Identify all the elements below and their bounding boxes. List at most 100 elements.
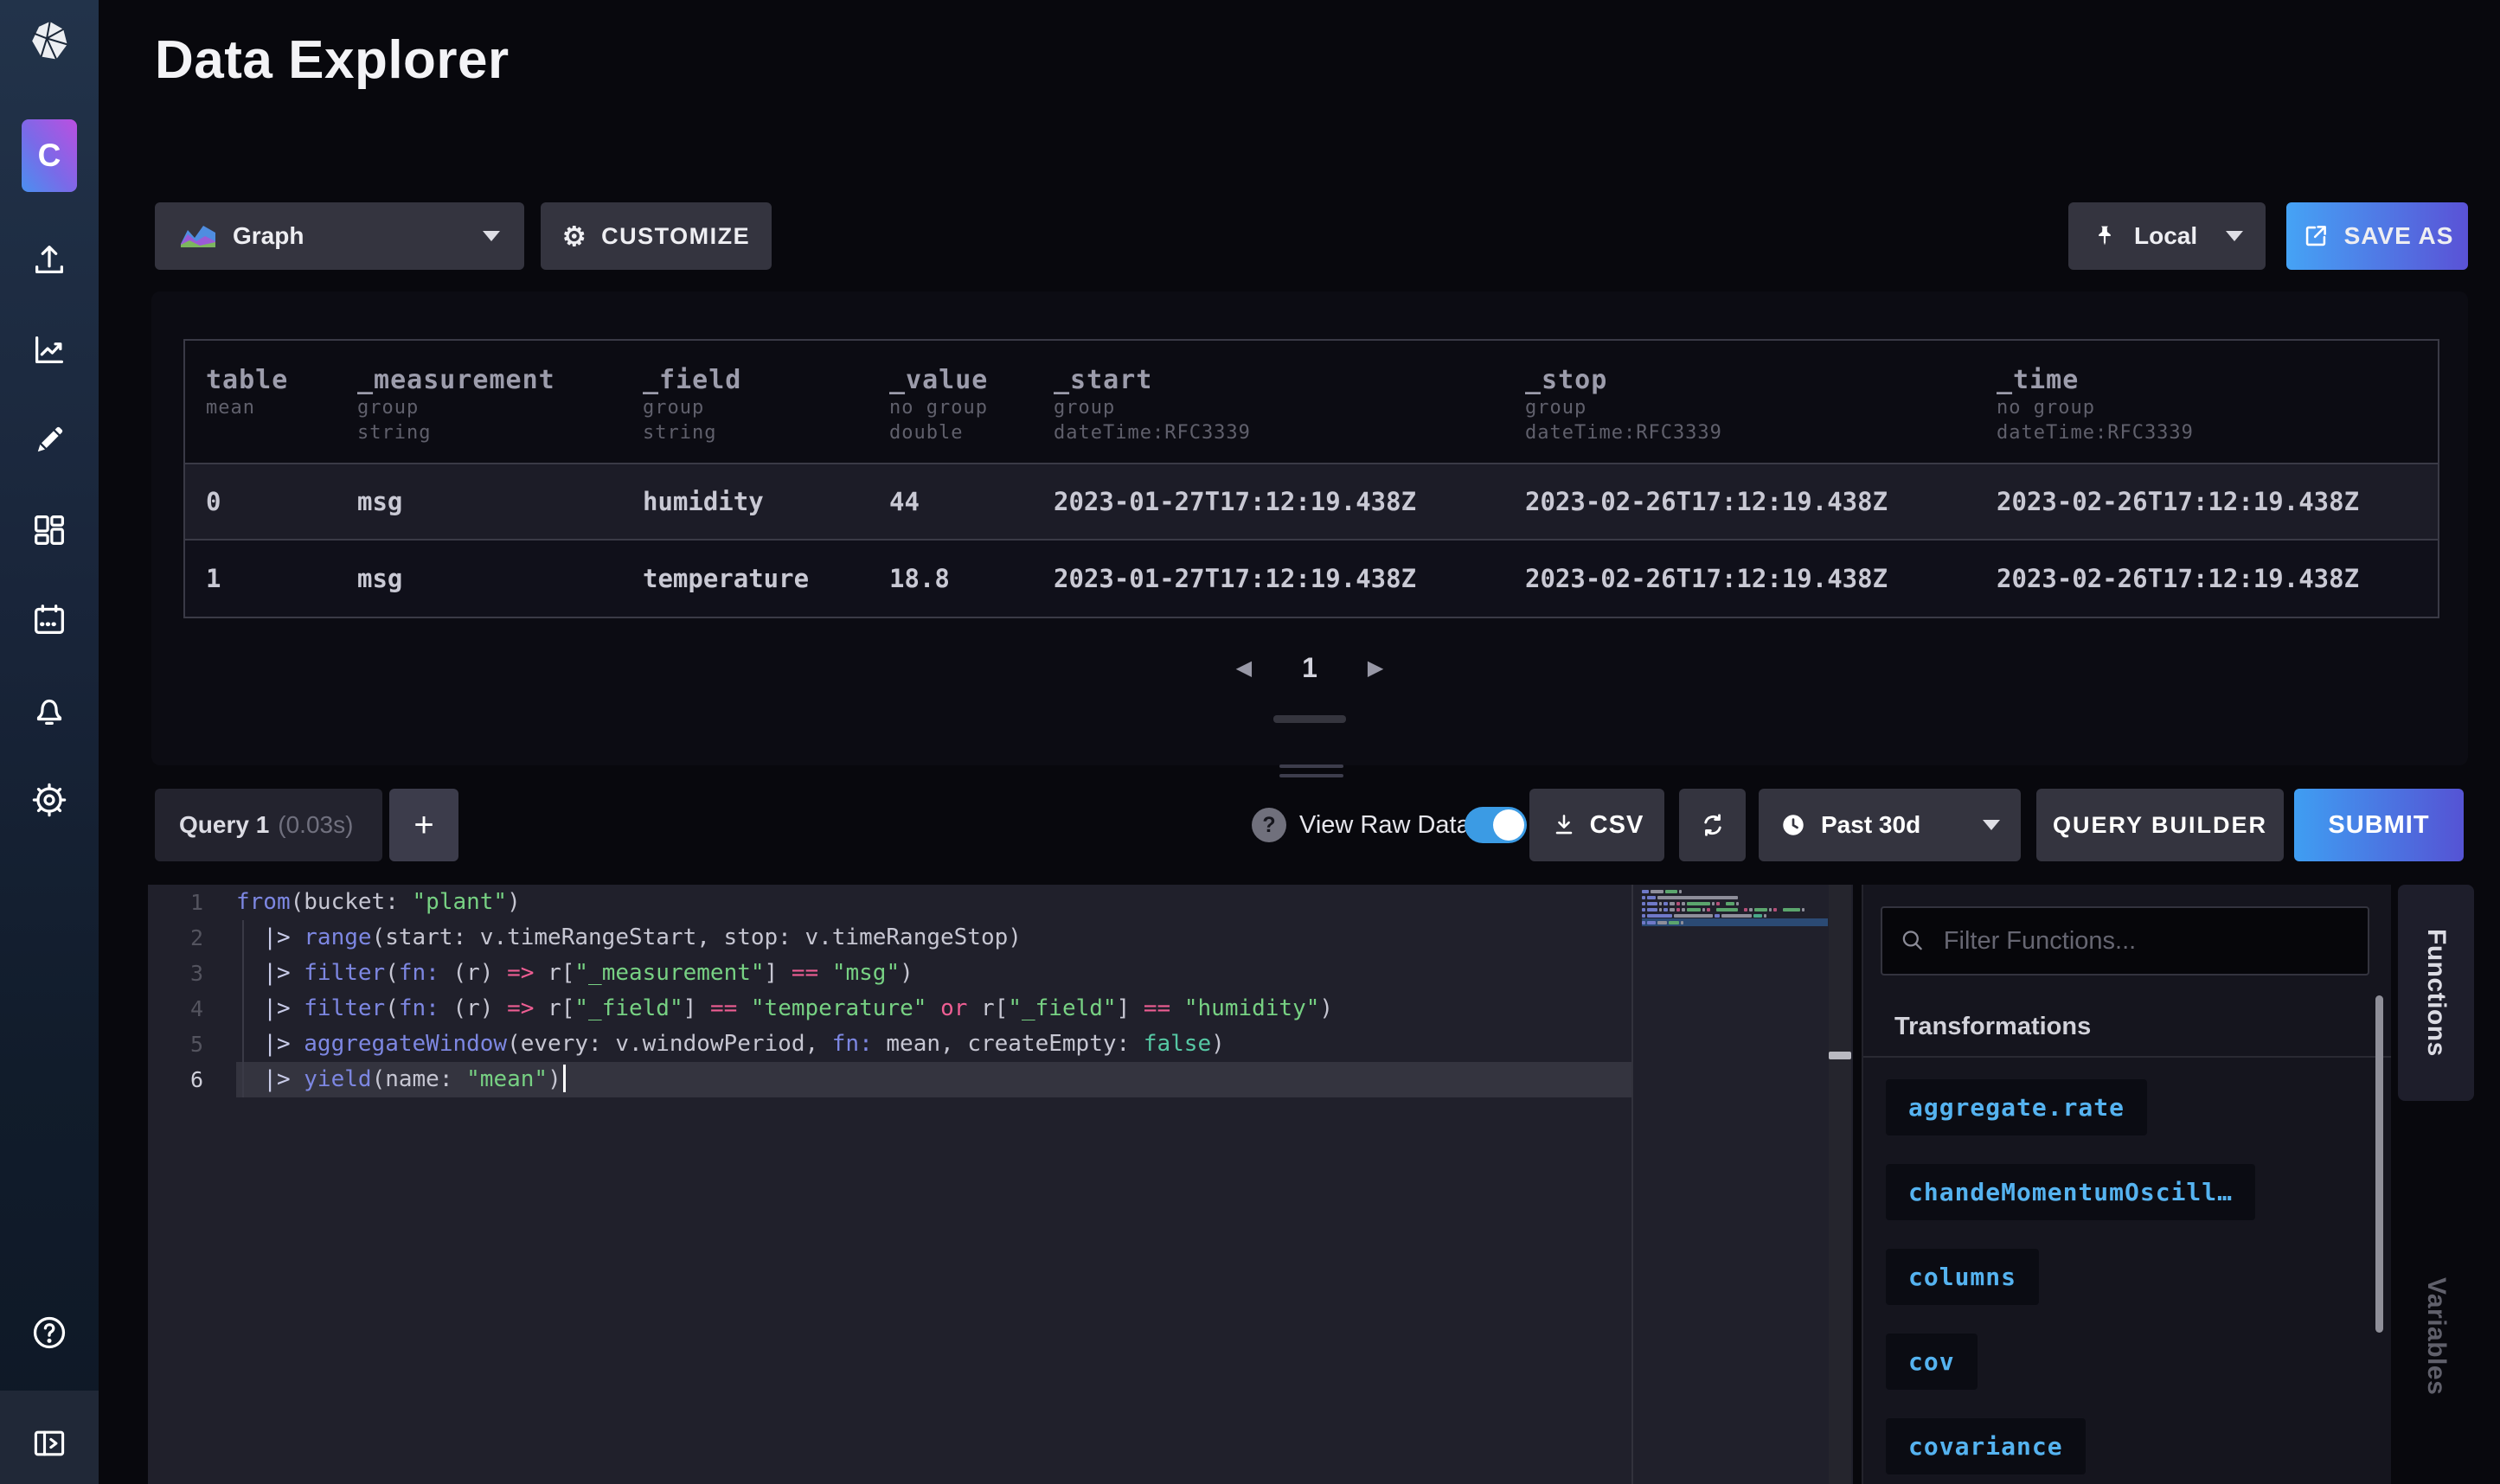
table-cell: 2023-02-26T17:12:19.438Z <box>1976 564 2438 593</box>
table-cell: temperature <box>622 564 869 593</box>
calendar-icon[interactable] <box>28 598 71 642</box>
expand-sidebar-icon[interactable] <box>28 1422 71 1465</box>
clock-icon <box>1779 811 1807 839</box>
tab-functions[interactable]: Functions <box>2398 885 2474 1101</box>
flux-editor: 1from(bucket: "plant")2 |> range(start: … <box>148 885 1853 1484</box>
prev-page-button[interactable]: ◀ <box>1236 656 1252 681</box>
table-row: 0msghumidity442023-01-27T17:12:19.438Z20… <box>185 464 2438 541</box>
visualization-type-label: Graph <box>233 222 304 250</box>
table-cell: 0 <box>185 487 337 516</box>
table-cell: 44 <box>869 487 1033 516</box>
page-number: 1 <box>1302 652 1317 684</box>
table-cell: 2023-02-26T17:12:19.438Z <box>1504 564 1976 593</box>
refresh-icon <box>1697 809 1728 841</box>
dashboards-icon[interactable] <box>28 509 71 552</box>
gear-icon: ⚙ <box>562 223 587 250</box>
function-list: aggregate.rate chandeMomentumOscill… colum… <box>1886 1079 2255 1474</box>
area-chart-icon <box>179 221 217 252</box>
visualization-type-dropdown[interactable]: Graph <box>155 202 524 270</box>
function-item[interactable]: columns <box>1886 1249 2039 1305</box>
table-cell: 2023-02-26T17:12:19.438Z <box>1504 487 1976 516</box>
table-cell: 2023-02-26T17:12:19.438Z <box>1976 487 2438 516</box>
raw-data-table: tablemean_measurementgroupstring_fieldgr… <box>183 339 2439 618</box>
table-cell: 18.8 <box>869 564 1033 593</box>
search-icon <box>1900 926 1926 956</box>
table-cell: msg <box>337 487 622 516</box>
chevron-down-icon <box>483 231 500 241</box>
chevron-down-icon <box>1983 820 2000 830</box>
avatar-letter: C <box>38 138 61 174</box>
horizontal-scrollbar[interactable] <box>1273 715 1346 723</box>
submit-button[interactable]: SUBMIT <box>2294 789 2464 861</box>
table-header: tablemean_measurementgroupstring_fieldgr… <box>185 341 2438 464</box>
table-cell: 2023-01-27T17:12:19.438Z <box>1033 564 1504 593</box>
line-number: 5 <box>148 1027 236 1062</box>
tab-functions-label: Functions <box>2421 929 2451 1057</box>
sidebar: C <box>0 0 99 1484</box>
data-explorer-screen: C Data Explorer <box>0 0 2500 1484</box>
refresh-button[interactable] <box>1679 789 1746 861</box>
function-item[interactable]: cov <box>1886 1334 1978 1390</box>
code-lines: 1from(bucket: "plant")2 |> range(start: … <box>148 885 1631 1097</box>
toggle-knob <box>1493 809 1524 841</box>
query-tab-duration: (0.03s) <box>278 811 353 839</box>
text-cursor <box>563 1065 566 1092</box>
help-icon[interactable] <box>28 1311 71 1354</box>
table-column-header: _measurementgroupstring <box>337 341 622 463</box>
function-category-header: Transformations <box>1863 997 2391 1058</box>
csv-download-button[interactable]: CSV <box>1529 789 1664 861</box>
table-column-header: _startgroupdateTime:RFC3339 <box>1033 341 1504 463</box>
next-page-button[interactable]: ▶ <box>1368 656 1383 681</box>
influxdb-logo-icon[interactable] <box>25 17 74 66</box>
code-area[interactable]: 1from(bucket: "plant")2 |> range(start: … <box>148 885 1631 1484</box>
graph-icon[interactable] <box>28 329 71 372</box>
settings-icon[interactable] <box>28 778 71 822</box>
raw-data-help-icon[interactable]: ? <box>1252 808 1286 842</box>
editor-scrollbar-handle[interactable] <box>1829 1052 1851 1059</box>
code-line: 4 |> filter(fn: (r) => r["_field"] == "t… <box>148 991 1631 1027</box>
function-search-box <box>1881 906 2369 975</box>
pagination: ◀ 1 ▶ <box>151 642 2468 694</box>
add-query-button[interactable]: + <box>389 789 458 861</box>
scope-dropdown[interactable]: Local <box>2068 202 2266 270</box>
function-item[interactable]: aggregate.rate <box>1886 1079 2147 1135</box>
line-number: 4 <box>148 991 236 1027</box>
pin-icon <box>2091 222 2119 250</box>
org-avatar[interactable]: C <box>22 119 77 192</box>
table-cell: 1 <box>185 564 337 593</box>
query-builder-button[interactable]: QUERY BUILDER <box>2036 789 2284 861</box>
customize-button[interactable]: ⚙ CUSTOMIZE <box>541 202 772 270</box>
table-column-header: _fieldgroupstring <box>622 341 869 463</box>
panel-resize-handle[interactable] <box>1279 764 1343 784</box>
functions-panel: Transformations aggregate.rate chandeMome… <box>1862 885 2391 1484</box>
code-line: 6 |> yield(name: "mean") <box>148 1062 1631 1097</box>
upload-icon[interactable] <box>28 239 71 282</box>
query-tab[interactable]: Query 1 (0.03s) <box>155 789 382 861</box>
edit-icon[interactable] <box>28 419 71 462</box>
line-number: 2 <box>148 920 236 956</box>
minimap-line <box>1642 896 1828 899</box>
table-row: 1msgtemperature18.82023-01-27T17:12:19.4… <box>185 541 2438 617</box>
time-range-dropdown[interactable]: Past 30d <box>1759 789 2021 861</box>
view-raw-data-toggle[interactable] <box>1465 807 1527 843</box>
line-number: 3 <box>148 956 236 991</box>
customize-label: CUSTOMIZE <box>601 223 750 250</box>
minimap[interactable] <box>1642 890 1828 927</box>
code-line: 3 |> filter(fn: (r) => r["_measurement"]… <box>148 956 1631 991</box>
table-cell: humidity <box>622 487 869 516</box>
function-item[interactable]: chandeMomentumOscill… <box>1886 1164 2255 1220</box>
save-as-button[interactable]: SAVE AS <box>2286 202 2468 270</box>
time-range-label: Past 30d <box>1821 811 1920 839</box>
scope-label: Local <box>2134 222 2197 250</box>
bell-icon[interactable] <box>28 688 71 732</box>
code-line: 5 |> aggregateWindow(every: v.windowPeri… <box>148 1027 1631 1062</box>
function-item[interactable]: covariance <box>1886 1418 2086 1474</box>
chevron-down-icon <box>2226 231 2243 241</box>
functions-scrollbar[interactable] <box>2375 995 2383 1333</box>
csv-label: CSV <box>1590 811 1644 840</box>
tab-variables[interactable]: Variables <box>2398 1232 2474 1440</box>
tab-variables-label: Variables <box>2421 1277 2451 1395</box>
function-search-input[interactable] <box>1942 926 2350 956</box>
line-number: 1 <box>148 885 236 920</box>
line-number: 6 <box>148 1062 236 1097</box>
